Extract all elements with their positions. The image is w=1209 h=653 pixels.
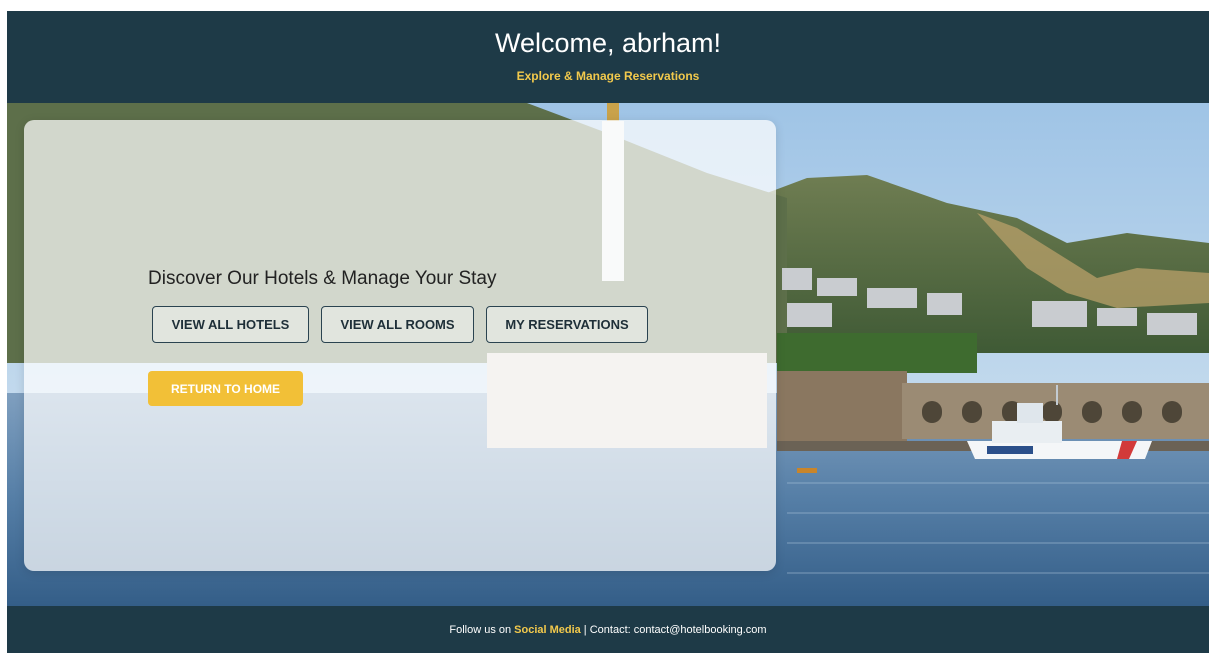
my-reservations-button[interactable]: MY RESERVATIONS [486,306,648,343]
footer-contact-text: | Contact: contact@hotelbooking.com [583,623,767,636]
header-subtitle: Explore & Manage Reservations [516,69,700,83]
footer-follow-text: Follow us on [449,623,512,636]
page-frame: Welcome, abrham! Explore & Manage Reserv… [7,11,1209,653]
glass-card-panel: Discover Our Hotels & Manage Your Stay V… [24,120,776,571]
return-to-home-button[interactable]: RETURN TO HOME [148,371,303,406]
hero-background: Discover Our Hotels & Manage Your Stay V… [7,103,1209,606]
welcome-title: Welcome, abrham! [494,28,722,58]
social-media-link[interactable]: Social Media [514,624,581,636]
discover-heading: Discover Our Hotels & Manage Your Stay [148,268,497,289]
site-footer: Follow us on Social Media | Contact: con… [7,606,1209,653]
view-all-rooms-button[interactable]: VIEW ALL ROOMS [321,306,474,343]
site-header: Welcome, abrham! Explore & Manage Reserv… [7,11,1209,103]
view-all-hotels-button[interactable]: VIEW ALL HOTELS [152,306,309,343]
